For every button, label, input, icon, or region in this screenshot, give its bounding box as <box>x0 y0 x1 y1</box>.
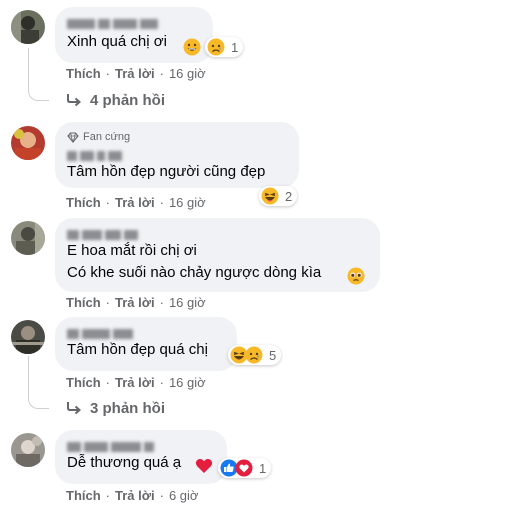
avatar[interactable] <box>11 320 45 354</box>
reply-link[interactable]: Trả lời <box>115 488 155 503</box>
separator-dot: · <box>159 374 164 390</box>
comment-bubble: Tâm hồn đẹp quá chị <box>55 317 237 371</box>
like-link[interactable]: Thích <box>66 488 101 503</box>
separator-dot: · <box>159 194 164 210</box>
reaction-count: 5 <box>269 347 277 363</box>
like-link[interactable]: Thích <box>66 195 101 210</box>
sad-emoji-icon <box>207 38 225 56</box>
heart-emoji-icon <box>195 458 213 473</box>
comment-text: Tâm hồn đẹp quá chị <box>67 341 208 358</box>
reply-link[interactable]: Trả lời <box>115 375 155 390</box>
reply-link[interactable]: Trả lời <box>115 195 155 210</box>
comment-timestamp[interactable]: 16 giờ <box>169 295 206 310</box>
reply-link[interactable]: Trả lời <box>115 295 155 310</box>
reply-arrow-icon <box>67 402 82 415</box>
comment-text: Xinh quá chị ơi <box>67 33 167 50</box>
thread-connector <box>28 356 49 409</box>
reply-arrow-icon <box>67 94 82 107</box>
avatar[interactable] <box>11 433 45 467</box>
like-link[interactable]: Thích <box>66 375 101 390</box>
separator-dot: · <box>159 294 164 310</box>
reaction-summary[interactable]: 1 <box>218 458 272 478</box>
thread-connector <box>28 48 49 101</box>
fan-badge[interactable]: Fan cứng <box>67 130 287 144</box>
comment-timestamp[interactable]: 16 giờ <box>169 375 206 390</box>
reply-link[interactable]: Trả lời <box>115 66 155 81</box>
comment-actions: Thích · Trả lời · 6 giờ <box>66 487 198 503</box>
comment-actions: Thích · Trả lời · 16 giờ <box>66 65 206 81</box>
comment-bubble: Dễ thương quá ạ <box>55 430 227 484</box>
reaction-count: 1 <box>231 39 239 55</box>
sad-emoji-icon <box>245 346 263 364</box>
separator-dot: · <box>159 65 164 81</box>
comment-text: Tâm hồn đẹp người cũng đẹp <box>67 163 266 180</box>
separator-dot: · <box>105 374 111 390</box>
heart-emoji-icon <box>235 459 253 477</box>
avatar[interactable] <box>11 221 45 255</box>
view-replies-link[interactable]: 3 phản hồi <box>66 398 165 418</box>
commenter-name-blurred[interactable] <box>67 326 225 340</box>
grinning-emoji-icon <box>183 38 201 56</box>
comment-actions: Thích · Trả lời · 16 giờ <box>66 374 206 390</box>
separator-dot: · <box>159 487 164 503</box>
comment-text-line-1: E hoa mắt rồi chị ơi <box>67 242 197 259</box>
comment-text: Dễ thương quá ạ <box>67 454 182 471</box>
reaction-count: 2 <box>285 188 293 204</box>
commenter-name-blurred[interactable] <box>67 16 201 30</box>
separator-dot: · <box>105 487 111 503</box>
view-replies-link[interactable]: 4 phản hồi <box>66 90 165 110</box>
commenter-name-blurred[interactable] <box>67 439 215 453</box>
separator-dot: · <box>105 294 111 310</box>
badge-label: Fan cứng <box>83 131 131 143</box>
haha-emoji-icon <box>261 187 279 205</box>
comment-text-line-2: Có khe suối nào chảy ngược dòng kìa <box>67 264 322 281</box>
pleading-emoji-icon <box>347 267 365 285</box>
diamond-icon <box>67 131 79 143</box>
reaction-summary[interactable]: 1 <box>205 37 244 57</box>
like-link[interactable]: Thích <box>66 66 101 81</box>
comment-bubble: E hoa mắt rồi chị ơi Có khe suối nào chả… <box>55 218 380 292</box>
comment-timestamp[interactable]: 16 giờ <box>169 195 206 210</box>
replies-count-label: 3 phản hồi <box>90 399 165 417</box>
separator-dot: · <box>105 65 111 81</box>
avatar[interactable] <box>11 126 45 160</box>
reaction-summary[interactable]: 5 <box>228 345 282 365</box>
commenter-name-blurred[interactable] <box>67 148 287 162</box>
reaction-count: 1 <box>259 460 267 476</box>
like-link[interactable]: Thích <box>66 295 101 310</box>
comment-bubble: Fan cứng Tâm hồn đẹp người cũng đẹp <box>55 122 299 188</box>
comment-actions: Thích · Trả lời · 16 giờ <box>66 294 206 310</box>
avatar[interactable] <box>11 10 45 44</box>
comment-bubble: Xinh quá chị ơi <box>55 7 213 63</box>
comment-actions: Thích · Trả lời · 16 giờ <box>66 194 206 210</box>
comment-timestamp[interactable]: 6 giờ <box>169 488 199 503</box>
comment-timestamp[interactable]: 16 giờ <box>169 66 206 81</box>
replies-count-label: 4 phản hồi <box>90 91 165 109</box>
commenter-name-blurred[interactable] <box>67 227 368 241</box>
comment-thread: Xinh quá chị ơi 1 Thích · Trả lời · 16 g… <box>0 0 532 512</box>
separator-dot: · <box>105 194 111 210</box>
reaction-summary[interactable]: 2 <box>259 186 298 206</box>
